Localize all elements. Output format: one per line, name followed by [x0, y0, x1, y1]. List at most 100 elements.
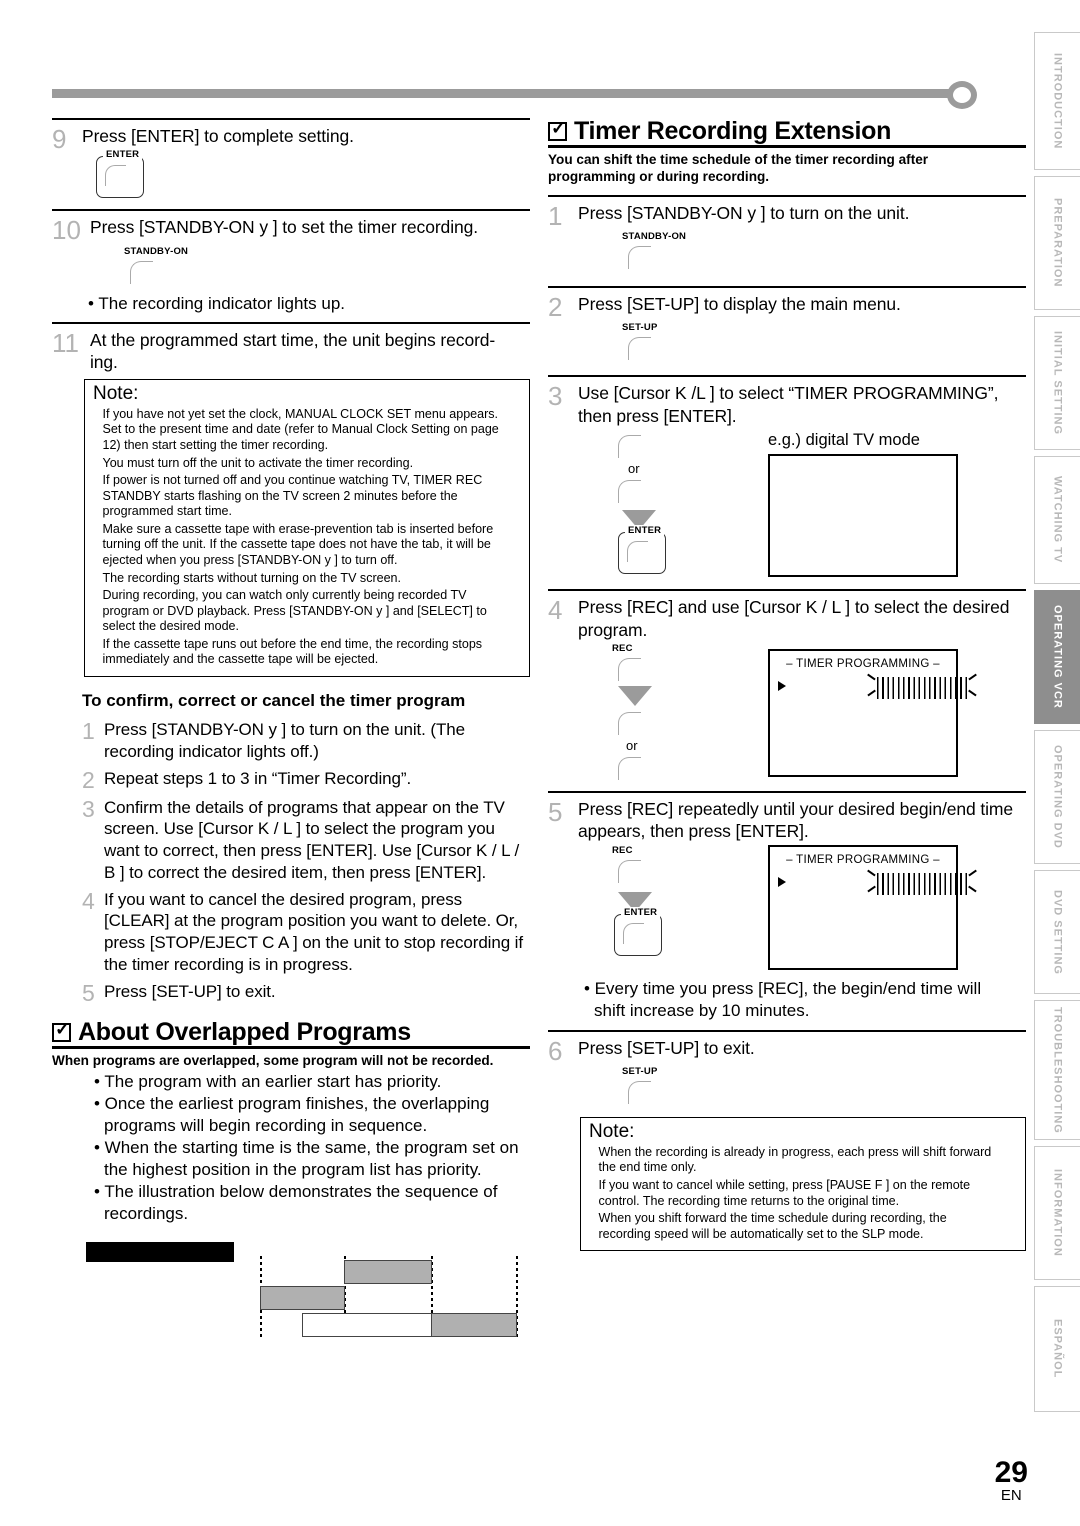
step-number: 3: [82, 795, 95, 822]
standby-on-key-icon: [622, 242, 668, 272]
page-header-decoration: [52, 81, 992, 109]
standby-on-key-icon: [124, 257, 170, 287]
overlapped-bullet: • Once the earliest program finishes, th…: [94, 1093, 490, 1136]
checkbox-icon: [548, 119, 567, 142]
cursor-up-key-icon: [612, 431, 658, 461]
note-item: If the cassette tape runs out before the…: [102, 635, 483, 667]
step-10: 10 Press [STANDBY-ON y ] to set the time…: [52, 211, 530, 315]
setup-key-icon: [622, 1077, 668, 1107]
note-item: When you shift forward the time schedule…: [598, 1210, 947, 1241]
tv-screen-title: – TIMER PROGRAMMING –: [786, 853, 940, 866]
confirm-step-3: 3 Confirm the details of programs that a…: [82, 797, 530, 884]
tab-troubleshooting[interactable]: TROUBLESHOOTING: [1034, 1000, 1080, 1140]
note-item: The recording starts without turning on …: [102, 569, 402, 585]
tab-dvd-setting[interactable]: DVD SETTING: [1034, 870, 1080, 994]
overlap-sequence-diagram: [86, 1234, 546, 1349]
section-subtitle: You can shift the time schedule of the t…: [548, 151, 929, 185]
enter-key-label: ENTER: [621, 906, 661, 918]
step-text: Press [STANDBY-ON y ] to set the timer r…: [90, 217, 479, 237]
page-language-code: EN: [1000, 1486, 1022, 1504]
right-column: Timer Recording Extension You can shift …: [548, 118, 1026, 1252]
diagram-program-block: [302, 1312, 432, 1337]
tab-label: DVD SETTING: [1051, 889, 1064, 975]
header-ring-icon: [947, 81, 977, 109]
ext-step-4: 4 Press [REC] and use [Cursor K / L ] to…: [548, 591, 1026, 783]
header-rule: [52, 89, 957, 98]
tab-operating-dvd[interactable]: OPERATING DVD: [1034, 730, 1080, 864]
confirm-step-2: 2 Repeat steps 1 to 3 in “Timer Recordin…: [82, 768, 530, 792]
tv-screen-preview: [768, 454, 958, 578]
tab-label: INTRODUCTION: [1051, 52, 1064, 150]
step-text: Press [STANDBY-ON y ] to turn on the uni…: [104, 720, 465, 761]
tab-watching-tv[interactable]: WATCHING TV: [1034, 456, 1080, 584]
ext-step-2: 2 Press [SET-UP] to display the main men…: [548, 288, 1026, 363]
screen-caption: e.g.) digital TV mode: [768, 431, 920, 450]
ext-step-1: 1 Press [STANDBY-ON y ] to turn on the u…: [548, 197, 1026, 272]
diagram-program-block: [431, 1312, 517, 1337]
cursor-down-key-icon: [612, 753, 658, 783]
step-number: 10: [52, 215, 81, 245]
step-text: Press [SET-UP] to display the main menu.: [578, 294, 901, 315]
step-text: If you want to cancel the desired progra…: [104, 889, 523, 974]
ext-step-6: 6 Press [SET-UP] to exit. SET-UP: [548, 1032, 1026, 1107]
enter-key-icon: ENTER: [618, 525, 666, 575]
ext-step-3: 3 Use [Cursor K /L ] to select “TIMER PR…: [548, 377, 1026, 579]
tab-label: PREPARATION: [1051, 198, 1064, 288]
flashing-field-icon: [867, 673, 977, 703]
standby-on-key-label: STANDBY-ON: [124, 246, 189, 257]
step-number: 2: [82, 766, 95, 793]
confirm-heading: To confirm, correct or cancel the timer …: [82, 691, 466, 711]
section-title: About Overlapped Programs: [78, 1017, 411, 1046]
diagram-program-block: [260, 1285, 345, 1310]
step-number: 1: [548, 201, 563, 232]
step-number: 2: [548, 292, 563, 323]
step-number: 5: [82, 979, 95, 1006]
overlapped-subtitle: When programs are overlapped, some progr…: [52, 1051, 494, 1068]
timer-programming-screen: – TIMER PROGRAMMING –: [768, 844, 977, 970]
tab-preparation[interactable]: PREPARATION: [1034, 176, 1080, 310]
note-title: Note:: [589, 1120, 635, 1142]
step-number: 5: [548, 796, 563, 827]
checkbox-icon: [52, 1020, 71, 1042]
rec-key-icon: [612, 856, 658, 886]
step-text: Use [Cursor K /L ] to select “TIMER PROG…: [578, 383, 999, 426]
step-number: 4: [82, 887, 95, 914]
tab-initial-setting[interactable]: INITIAL SETTING: [1034, 316, 1080, 450]
note-item: If power is not turned off and you conti…: [102, 472, 483, 519]
selection-cursor-icon: [778, 876, 786, 887]
note-item: Make sure a cassette tape with erase-pre…: [102, 520, 494, 567]
tab-label: OPERATING VCR: [1051, 605, 1064, 709]
setup-key-label: SET-UP: [622, 322, 658, 334]
note-list: When the recording is already in progres…: [589, 1144, 1017, 1241]
standby-on-key-label: STANDBY-ON: [622, 231, 687, 243]
rec-key-label: REC: [612, 844, 633, 856]
step-text: Confirm the details of programs that app…: [104, 797, 520, 882]
note-item: If you have not yet set the clock, MANUA…: [102, 405, 499, 452]
tab-operating-vcr[interactable]: OPERATING VCR: [1034, 590, 1080, 724]
step-text: Press [SET-UP] to exit.: [578, 1037, 755, 1058]
enter-key-label: ENTER: [103, 149, 143, 160]
cursor-up-key-icon: [612, 708, 658, 738]
step-9: 9 Press [ENTER] to complete setting. ENT…: [52, 120, 530, 203]
enter-key-icon: ENTER: [96, 149, 144, 198]
diagram-legend-block: [86, 1241, 234, 1262]
tab-espanol[interactable]: ESPAÑOL: [1034, 1286, 1080, 1412]
selection-cursor-icon: [778, 680, 786, 691]
step-text: Press [SET-UP] to exit.: [104, 981, 276, 1001]
tab-introduction[interactable]: INTRODUCTION: [1034, 32, 1080, 170]
step-number: 9: [52, 124, 67, 154]
step-5-bullet: • Every time you press [REC], the begin/…: [584, 978, 982, 1020]
ext-step-5: 5 Press [REC] repeatedly until your desi…: [548, 793, 1026, 1022]
step-text: Press [REC] repeatedly until your desire…: [578, 798, 1014, 842]
step-number: 1: [82, 718, 95, 745]
enter-key-label: ENTER: [625, 525, 665, 537]
tab-information[interactable]: INFORMATION: [1034, 1146, 1080, 1280]
flashing-field-icon: [867, 869, 977, 899]
step-11: 11 At the programmed start time, the uni…: [52, 324, 530, 374]
tab-label: INITIAL SETTING: [1051, 330, 1064, 436]
step-number: 4: [548, 595, 563, 626]
setup-key-label: SET-UP: [622, 1065, 658, 1077]
step-number: 6: [548, 1035, 563, 1066]
note-item: During recording, you can watch only cur…: [102, 587, 487, 634]
enter-key-icon: ENTER: [614, 906, 662, 956]
